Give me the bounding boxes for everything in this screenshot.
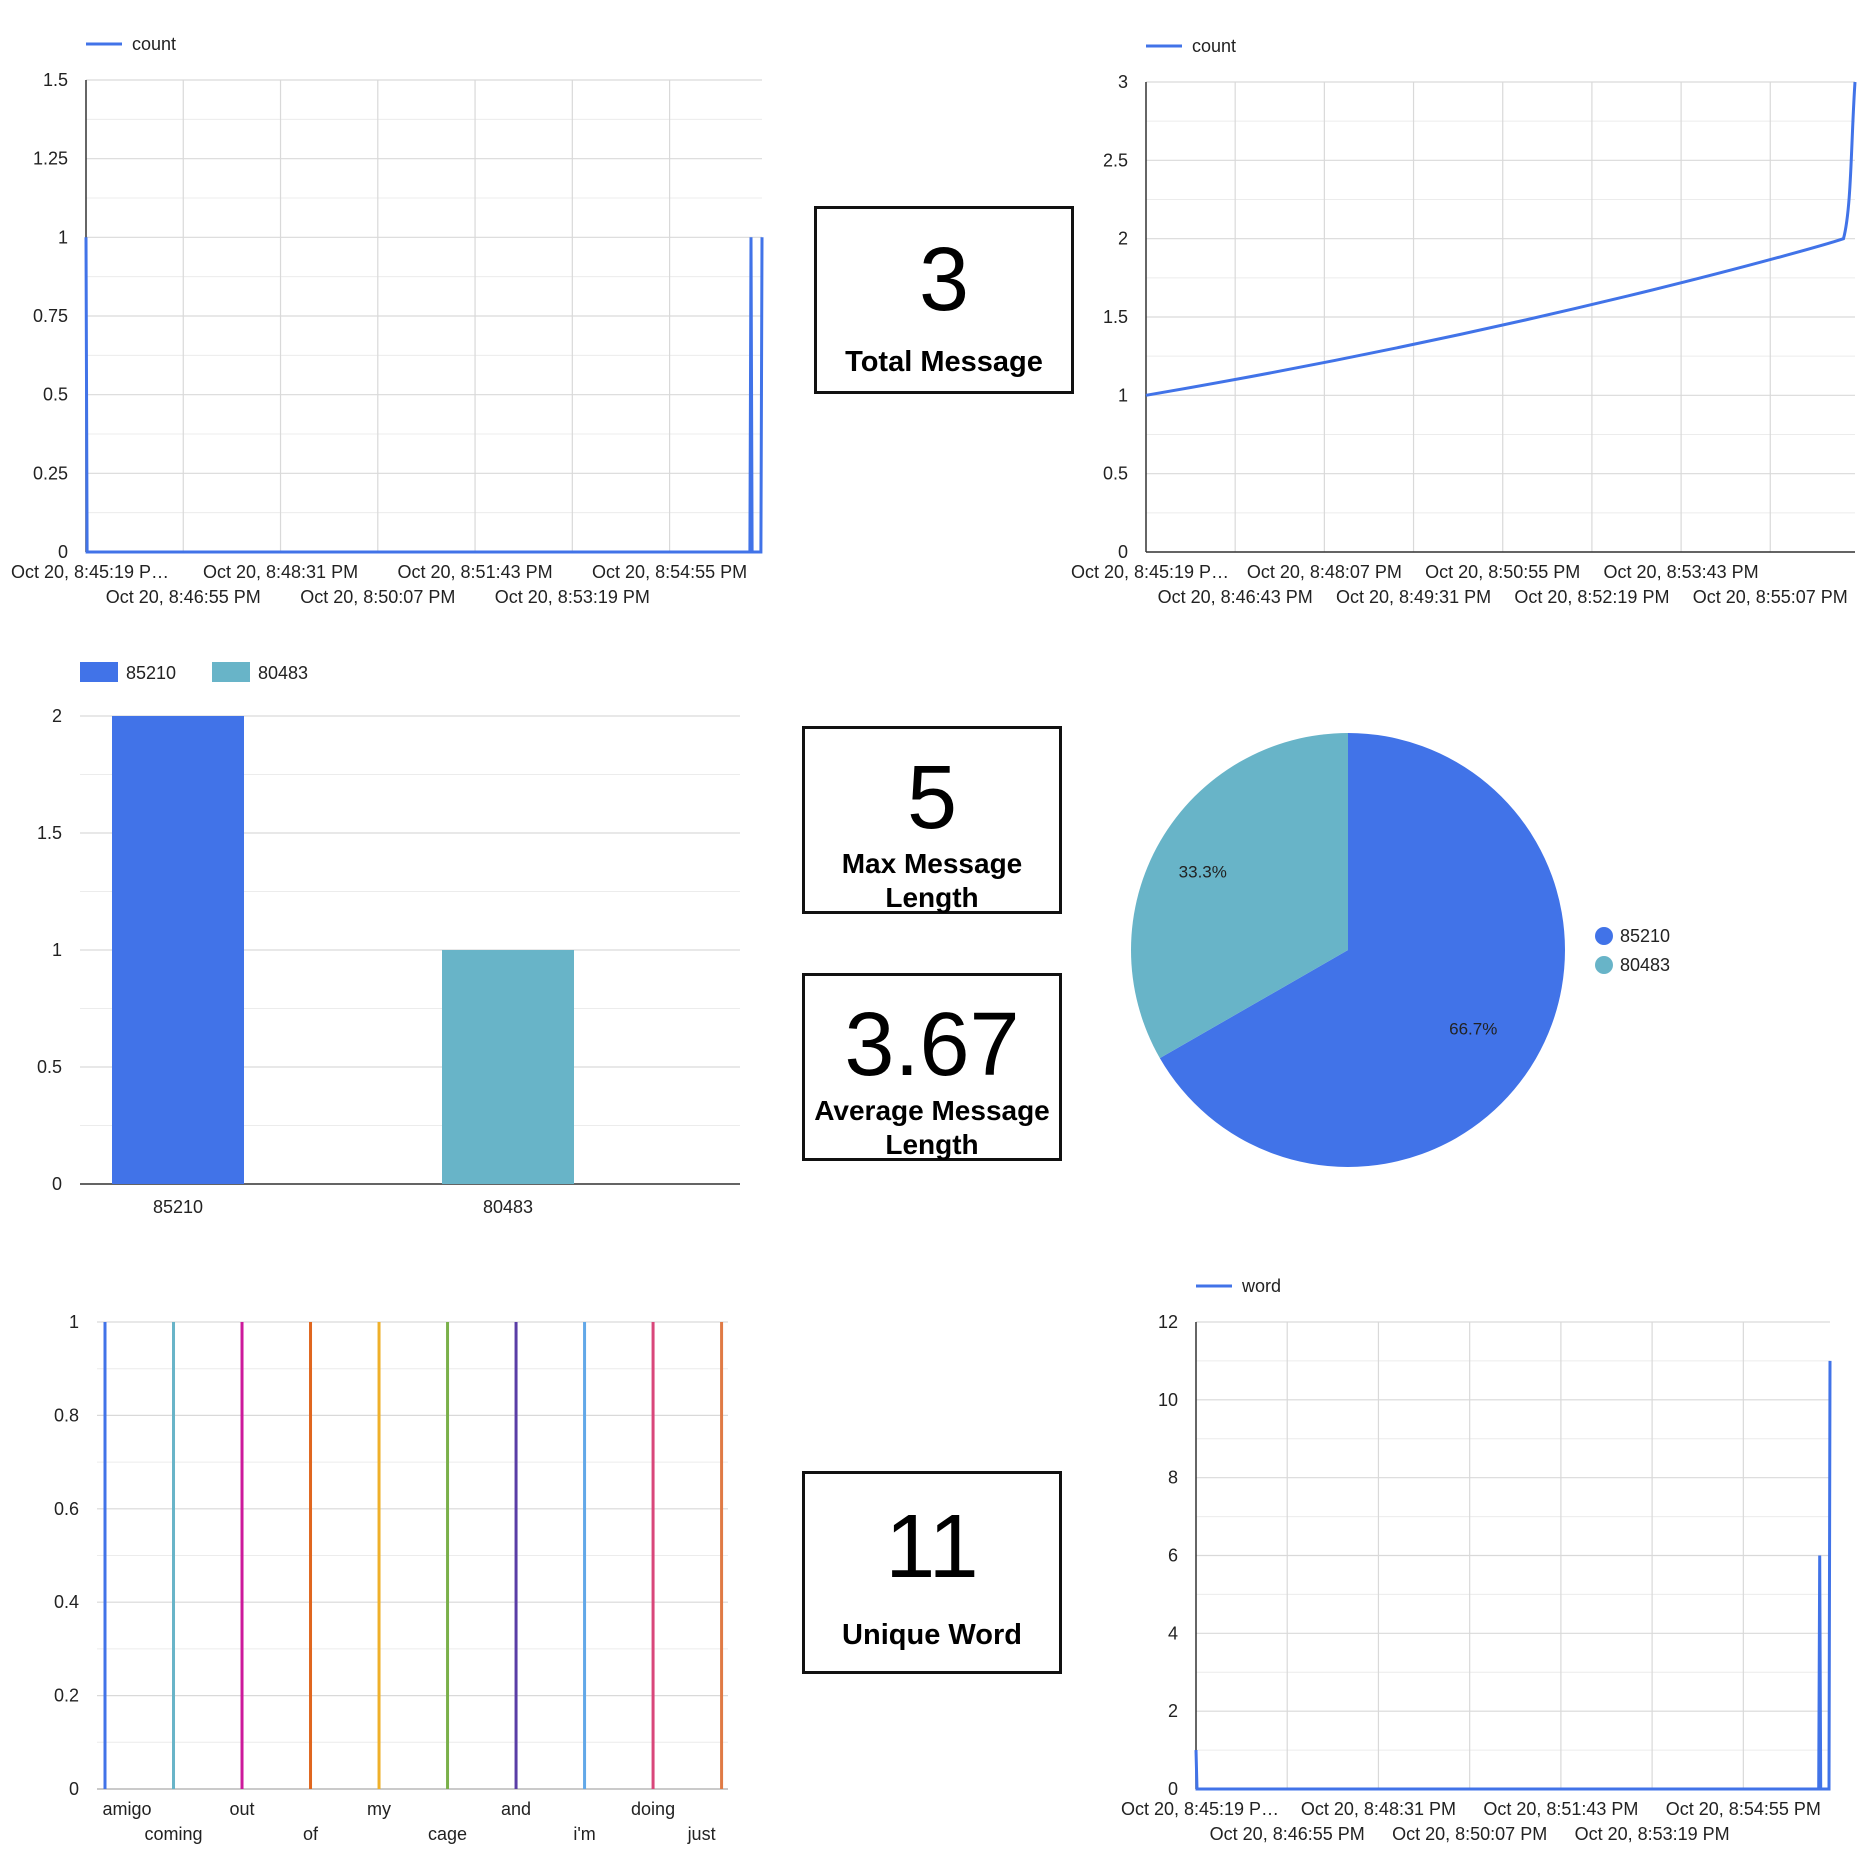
words-bar-x-tick-label: my [367, 1799, 391, 1819]
cumulative-count-x-tick-label: Oct 20, 8:52:19 PM [1514, 587, 1669, 607]
word-timeline-x-tick-label: Oct 20, 8:50:07 PM [1392, 1824, 1547, 1844]
count-timeline-x-tick-label: Oct 20, 8:53:19 PM [495, 587, 650, 607]
word-timeline-y-tick-label: 12 [1158, 1312, 1178, 1332]
cumulative-count-x-tick-label: Oct 20, 8:55:07 PM [1693, 587, 1848, 607]
word-timeline-y-tick-label: 2 [1168, 1701, 1178, 1721]
cumulative-count-y-tick-label: 0 [1118, 542, 1128, 562]
messages-by-user-bar-bar-85210 [112, 716, 244, 1184]
total-message-value: 3 [918, 230, 970, 330]
words-bar-x-tick-label: of [303, 1824, 319, 1844]
messages-by-user-pie-slice-label-85210: 66.7% [1449, 1019, 1497, 1038]
cumulative-count-y-tick-label: 3 [1118, 72, 1128, 92]
word-timeline-x-tick-label: Oct 20, 8:54:55 PM [1666, 1799, 1821, 1819]
word-timeline-series-line-word [1194, 1360, 1832, 1791]
cumulative-count-y-tick-label: 1.5 [1103, 307, 1128, 327]
messages-by-user-bar-bar-80483 [442, 950, 574, 1184]
messages-by-user-bar-legend-swatch-80483 [212, 662, 250, 682]
scorecard-total-message: 3 Total Message [814, 206, 1074, 394]
messages-by-user-bar-legend-swatch-85210 [80, 662, 118, 682]
scorecard-max-message-length: 5 Max Message Length [802, 726, 1062, 914]
words-bar-x-tick-label: out [230, 1799, 255, 1819]
total-message-label: Total Message [845, 346, 1043, 378]
messages-by-user-pie-legend-label: 80483 [1620, 955, 1670, 975]
cumulative-count-y-tick-label: 2.5 [1103, 150, 1128, 170]
max-message-length-value: 5 [906, 748, 958, 848]
cumulative-count-x-tick-label: Oct 20, 8:45:19 P… [1071, 562, 1229, 582]
messages-by-user-bar-y-tick-label: 1.5 [37, 823, 62, 843]
unique-word-label: Unique Word [842, 1619, 1022, 1651]
words-bar-x-tick-label: i'm [573, 1824, 595, 1844]
words-bar-y-tick-label: 0 [69, 1779, 79, 1799]
count-timeline-x-tick-label: Oct 20, 8:50:07 PM [300, 587, 455, 607]
count-timeline-y-tick-label: 0.5 [43, 385, 68, 405]
messages-by-user-bar-x-tick-label: 85210 [153, 1197, 203, 1217]
word-timeline-y-tick-label: 0 [1168, 1779, 1178, 1799]
messages-by-user-bar-y-tick-label: 1 [52, 940, 62, 960]
count-timeline-y-tick-label: 0.75 [33, 306, 68, 326]
cumulative-count-x-tick-label: Oct 20, 8:48:07 PM [1247, 562, 1402, 582]
average-message-length-label-line1: Average Message [814, 1095, 1050, 1126]
scorecard-average-message-length: 3.67 Average Message Length [802, 973, 1062, 1161]
messages-by-user-pie-slice-label-80483: 33.3% [1179, 863, 1227, 882]
cumulative-count-x-tick-label: Oct 20, 8:50:55 PM [1425, 562, 1580, 582]
messages-by-user-bar-x-tick-label: 80483 [483, 1197, 533, 1217]
count-timeline-y-tick-label: 1 [58, 227, 68, 247]
count-timeline-x-tick-label: Oct 20, 8:46:55 PM [106, 587, 261, 607]
words-bar-x-tick-label: coming [144, 1824, 202, 1844]
count-timeline-x-tick-label: Oct 20, 8:51:43 PM [398, 562, 553, 582]
cumulative-count-y-tick-label: 0.5 [1103, 464, 1128, 484]
cumulative-count-x-tick-label: Oct 20, 8:49:31 PM [1336, 587, 1491, 607]
words-bar-y-tick-label: 0.6 [54, 1499, 79, 1519]
words-bar-x-tick-label: cage [428, 1824, 467, 1844]
words-bar-y-tick-label: 0.2 [54, 1686, 79, 1706]
count-timeline-x-tick-label: Oct 20, 8:48:31 PM [203, 562, 358, 582]
count-timeline-x-tick-label: Oct 20, 8:45:19 P… [11, 562, 169, 582]
word-timeline-y-tick-label: 10 [1158, 1390, 1178, 1410]
word-timeline-legend-label: word [1241, 1276, 1281, 1296]
word-timeline-x-tick-label: Oct 20, 8:53:19 PM [1575, 1824, 1730, 1844]
scorecard-unique-word: 11 Unique Word [802, 1471, 1062, 1674]
word-timeline-y-tick-label: 4 [1168, 1623, 1178, 1643]
cumulative-count-x-tick-label: Oct 20, 8:46:43 PM [1158, 587, 1313, 607]
word-timeline-y-tick-label: 6 [1168, 1546, 1178, 1566]
cumulative-count-y-tick-label: 2 [1118, 229, 1128, 249]
word-timeline-x-tick-label: Oct 20, 8:51:43 PM [1483, 1799, 1638, 1819]
count-timeline-y-tick-label: 1.25 [33, 149, 68, 169]
words-bar-x-tick-label: and [501, 1799, 531, 1819]
average-message-length-value: 3.67 [844, 995, 1020, 1095]
word-timeline-x-tick-label: Oct 20, 8:48:31 PM [1301, 1799, 1456, 1819]
words-bar-x-tick-label: doing [631, 1799, 675, 1819]
words-bar-y-tick-label: 1 [69, 1312, 79, 1332]
messages-by-user-pie-legend-label: 85210 [1620, 926, 1670, 946]
words-bar-x-tick-label: just [687, 1824, 716, 1844]
unique-word-value: 11 [885, 1497, 979, 1597]
words-bar-x-tick-label: amigo [102, 1799, 151, 1819]
cumulative-count-legend-label: count [1192, 36, 1236, 56]
cumulative-count-y-tick-label: 1 [1118, 385, 1128, 405]
count-timeline-y-tick-label: 0.25 [33, 463, 68, 483]
words-bar-y-tick-label: 0.4 [54, 1592, 79, 1612]
count-timeline-x-tick-label: Oct 20, 8:54:55 PM [592, 562, 747, 582]
max-message-length-label-line2: Length [885, 881, 979, 913]
messages-by-user-pie-legend-swatch-85210 [1595, 927, 1613, 945]
messages-by-user-pie-legend-swatch-80483 [1595, 956, 1613, 974]
messages-by-user-bar-y-tick-label: 0.5 [37, 1057, 62, 1077]
messages-by-user-bar-legend-label: 80483 [258, 663, 308, 683]
average-message-length-label-line2: Length [885, 1128, 979, 1160]
word-timeline-x-tick-label: Oct 20, 8:46:55 PM [1210, 1824, 1365, 1844]
count-timeline-y-tick-label: 1.5 [43, 70, 68, 90]
cumulative-count-x-tick-label: Oct 20, 8:53:43 PM [1604, 562, 1759, 582]
messages-by-user-bar-y-tick-label: 0 [52, 1174, 62, 1194]
max-message-length-label-line1: Max Message [841, 848, 1023, 879]
words-bar-y-tick-label: 0.8 [54, 1405, 79, 1425]
count-timeline-y-tick-label: 0 [58, 542, 68, 562]
word-timeline-x-tick-label: Oct 20, 8:45:19 P… [1121, 1799, 1279, 1819]
word-timeline-y-tick-label: 8 [1168, 1468, 1178, 1488]
messages-by-user-bar-y-tick-label: 2 [52, 706, 62, 726]
messages-by-user-bar-legend-label: 85210 [126, 663, 176, 683]
count-timeline-legend-label: count [132, 34, 176, 54]
